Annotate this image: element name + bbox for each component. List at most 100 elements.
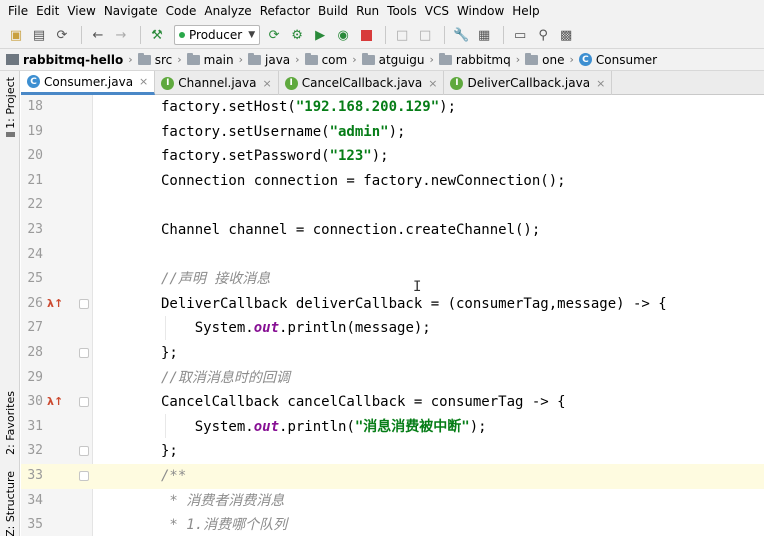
code-editor[interactable]: I 18 factory.setHost("192.168.200.129"); 1… — [21, 95, 764, 536]
breadcrumb: rabbitmq-hello › src › main › java › com › atguig… — [0, 48, 764, 71]
code-line[interactable]: 32}; — [21, 439, 764, 464]
line-number: 21 — [27, 172, 43, 188]
menu-item-refactor[interactable]: Refactor — [256, 0, 314, 22]
breadcrumb-item-rabbitmq[interactable]: rabbitmq — [438, 52, 511, 67]
menu-item-build[interactable]: Build — [314, 0, 352, 22]
breadcrumb-separator: › — [429, 53, 434, 66]
breadcrumb-item-com[interactable]: com — [304, 52, 347, 67]
close-icon[interactable]: × — [263, 77, 272, 90]
code-line[interactable]: 26 λ↑ DeliverCallback deliverCallback = (c… — [21, 292, 764, 317]
code-line[interactable]: 20 factory.setPassword("123"); — [21, 144, 764, 169]
interface-icon: I — [161, 76, 175, 90]
code-line[interactable]: 35 * 1.消费哪个队列 — [21, 513, 764, 536]
tab-channel[interactable]: I Channel.java × — [155, 71, 279, 95]
save-icon[interactable]: ▤ — [29, 25, 49, 45]
sdk-manager-icon[interactable]: ▩ — [556, 25, 576, 45]
fold-toggle-icon[interactable] — [79, 471, 89, 481]
code-line[interactable]: 22 — [21, 193, 764, 218]
line-number: 31 — [27, 418, 43, 434]
line-number: 32 — [27, 443, 43, 459]
breadcrumb-item-one[interactable]: one — [525, 52, 565, 67]
menu-item-file[interactable]: File — [4, 0, 32, 22]
breadcrumb-class-label: Consumer — [595, 52, 658, 67]
vcs-commit-icon[interactable]: □ — [415, 25, 435, 45]
fold-toggle-icon[interactable] — [79, 446, 89, 457]
fold-toggle-icon[interactable] — [79, 298, 89, 309]
code-segment: .println( — [279, 418, 355, 435]
search-icon[interactable]: ⚲ — [533, 25, 553, 45]
close-icon[interactable]: × — [596, 77, 605, 90]
code-segment: }; — [161, 443, 178, 460]
project-tool-icon — [5, 131, 15, 137]
code-text: //声明 接收消息 — [161, 267, 270, 292]
favorites-tool-tab[interactable]: 2: Favorites — [2, 383, 18, 463]
code-segment: DeliverCallback deliverCallback = (consu… — [161, 295, 667, 312]
code-line[interactable]: 21 Connection connection = factory.newCon… — [21, 169, 764, 194]
menu-item-help[interactable]: Help — [508, 0, 543, 22]
code-line[interactable]: 28}; — [21, 341, 764, 366]
code-line[interactable]: 23 Channel channel = connection.createCha… — [21, 218, 764, 243]
menu-item-navigate[interactable]: Navigate — [100, 0, 162, 22]
menu-item-vcs[interactable]: VCS — [421, 0, 453, 22]
sync-icon[interactable]: ⟳ — [52, 25, 72, 45]
breadcrumb-item-class[interactable]: C Consumer — [578, 52, 658, 67]
breadcrumb-item-java[interactable]: java — [248, 52, 291, 67]
menu-item-analyze[interactable]: Analyze — [200, 0, 255, 22]
code-comment: /** — [161, 468, 187, 484]
code-line[interactable]: 25 //声明 接收消息 — [21, 267, 764, 292]
project-structure-icon[interactable]: ▦ — [474, 25, 494, 45]
close-icon[interactable]: × — [428, 77, 437, 90]
structure-tool-tab[interactable]: Z: Structure — [2, 471, 18, 536]
stop-icon[interactable] — [356, 25, 376, 45]
debug-bug-icon[interactable]: ⚙ — [287, 25, 307, 45]
lambda-implements-icon[interactable]: λ↑ — [47, 297, 63, 310]
project-tool-tab[interactable]: 1: Project — [2, 77, 18, 137]
menu-item-window[interactable]: Window — [453, 0, 508, 22]
code-line[interactable]: 24 — [21, 243, 764, 268]
code-segment: factory.setHost( — [161, 99, 296, 115]
run-config-select[interactable]: Producer ▼ — [174, 25, 261, 45]
folder-icon — [438, 52, 452, 65]
fold-toggle-icon[interactable] — [79, 397, 89, 408]
code-line[interactable]: 34 * 消费者消费消息 — [21, 489, 764, 514]
code-line[interactable]: 19 factory.setUsername("admin"); — [21, 120, 764, 145]
code-line[interactable]: 30 λ↑ CancelCallback cancelCallback = cons… — [21, 390, 764, 415]
code-static-field: out — [253, 418, 280, 435]
terminal-icon[interactable]: ▭ — [510, 25, 530, 45]
code-line[interactable]: 33 /** — [21, 464, 764, 489]
rerun-icon[interactable]: ⟳ — [264, 25, 284, 45]
tab-consumer[interactable]: C Consumer.java × — [21, 71, 156, 95]
wrench-settings-icon[interactable]: 🔧 — [451, 25, 471, 45]
menu-item-tools[interactable]: Tools — [383, 0, 421, 22]
breadcrumb-item-src[interactable]: src — [137, 52, 172, 67]
tab-cancelcallback[interactable]: I CancelCallback.java × — [279, 71, 445, 95]
code-line[interactable]: 27 System.out.println(message); — [21, 316, 764, 341]
code-line[interactable]: 29 //取消消息时的回调 — [21, 366, 764, 391]
code-text: }; — [161, 341, 178, 366]
breadcrumb-item-label: java — [265, 52, 291, 67]
breadcrumb-item-main[interactable]: main — [186, 52, 234, 67]
breadcrumb-project[interactable]: rabbitmq-hello — [6, 53, 123, 67]
line-number: 28 — [27, 345, 43, 360]
coverage-icon[interactable]: ▶ — [310, 25, 330, 45]
back-arrow-icon[interactable]: ← — [88, 25, 108, 45]
tab-delivercallback[interactable]: I DeliverCallback.java × — [444, 71, 613, 95]
close-icon[interactable]: × — [139, 75, 148, 88]
open-folder-icon[interactable]: ▣ — [6, 25, 26, 45]
menu-item-run[interactable]: Run — [352, 0, 383, 22]
structure-tool-label: Z: Structure — [3, 470, 17, 536]
lambda-implements-icon[interactable]: λ↑ — [47, 395, 63, 408]
code-line[interactable]: 18 factory.setHost("192.168.200.129"); — [21, 95, 764, 120]
forward-arrow-icon[interactable]: → — [111, 25, 131, 45]
menu-item-edit[interactable]: Edit — [32, 0, 63, 22]
profile-icon[interactable]: ◉ — [333, 25, 353, 45]
fold-toggle-icon[interactable] — [79, 348, 89, 358]
menu-item-view[interactable]: View — [63, 0, 99, 22]
menu-item-code[interactable]: Code — [162, 0, 201, 22]
vcs-update-icon[interactable]: □ — [392, 25, 412, 45]
breadcrumb-item-atguigu[interactable]: atguigu — [361, 52, 424, 67]
code-segment: System. — [161, 320, 254, 337]
code-line[interactable]: 31 System.out.println("消息消费被中断"); — [21, 415, 764, 440]
project-icon — [6, 54, 19, 65]
build-hammer-icon[interactable]: ⚒ — [147, 25, 167, 45]
